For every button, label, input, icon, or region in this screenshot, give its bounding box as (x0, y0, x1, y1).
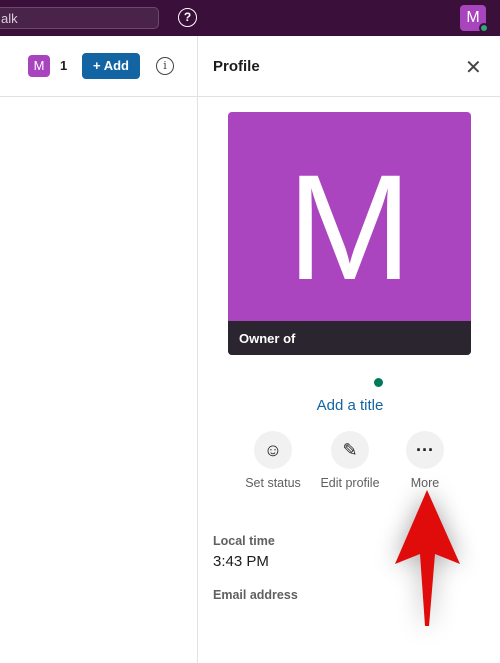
member-avatar[interactable]: M (28, 55, 50, 77)
member-count[interactable]: 1 (60, 58, 67, 73)
local-time-value: 3:43 PM (213, 553, 269, 570)
photo-initial: M (287, 143, 412, 311)
red-arrow-annotation-icon (395, 490, 460, 626)
divider (0, 96, 500, 97)
add-title-link[interactable]: Add a title (250, 397, 450, 414)
close-icon[interactable]: ✕ (465, 55, 482, 80)
info-icon[interactable]: i (156, 57, 174, 75)
email-label: Email address (213, 588, 298, 602)
search-input[interactable]: alk (0, 7, 159, 29)
local-time-label: Local time (213, 534, 275, 548)
online-status-icon (479, 23, 489, 33)
help-icon[interactable]: ? (178, 8, 197, 27)
smiley-icon: ☺ (254, 431, 292, 469)
divider (197, 36, 198, 663)
profile-photo[interactable]: M Owner of (228, 112, 471, 355)
panel-title: Profile (213, 58, 260, 75)
pencil-icon: ✎ (331, 431, 369, 469)
more-icon: ··· (406, 431, 444, 469)
add-button[interactable]: + Add (82, 53, 140, 79)
photo-caption: Owner of (228, 321, 471, 355)
presence-dot-icon (374, 378, 383, 387)
